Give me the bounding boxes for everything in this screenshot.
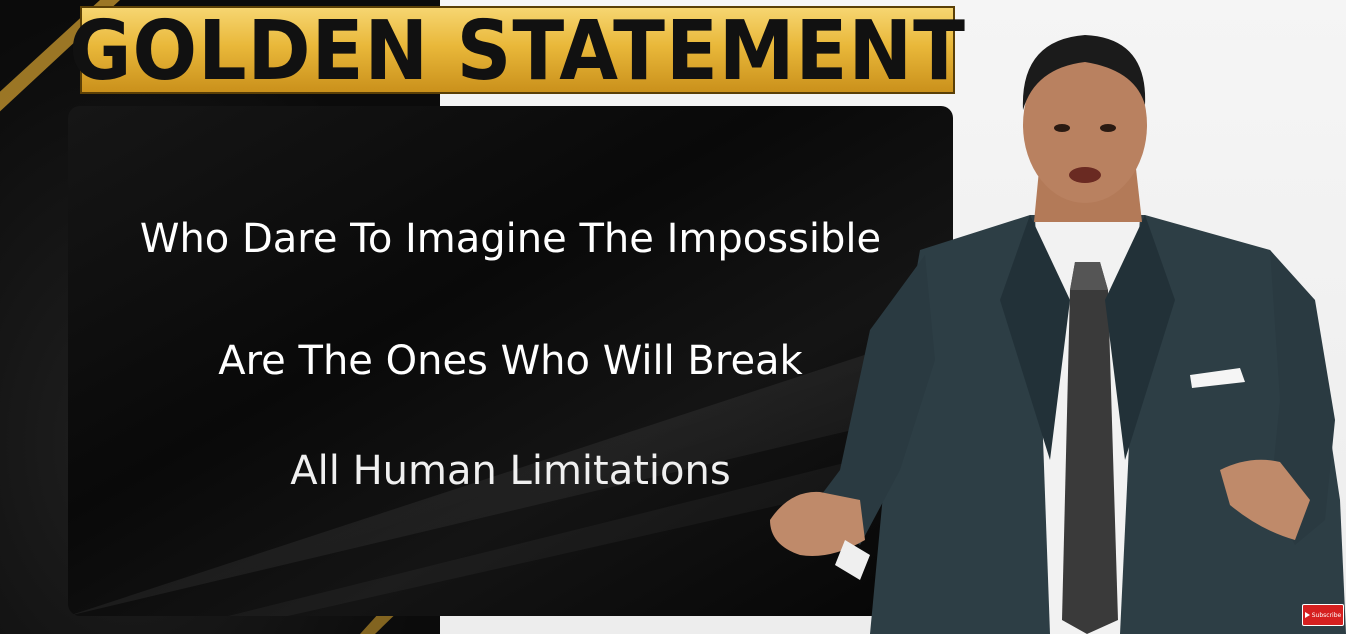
subscribe-button[interactable]: Subscribe (1302, 604, 1344, 626)
subscribe-label: Subscribe (1311, 611, 1342, 619)
play-icon (1304, 612, 1310, 618)
presenter-figure (770, 35, 1346, 634)
